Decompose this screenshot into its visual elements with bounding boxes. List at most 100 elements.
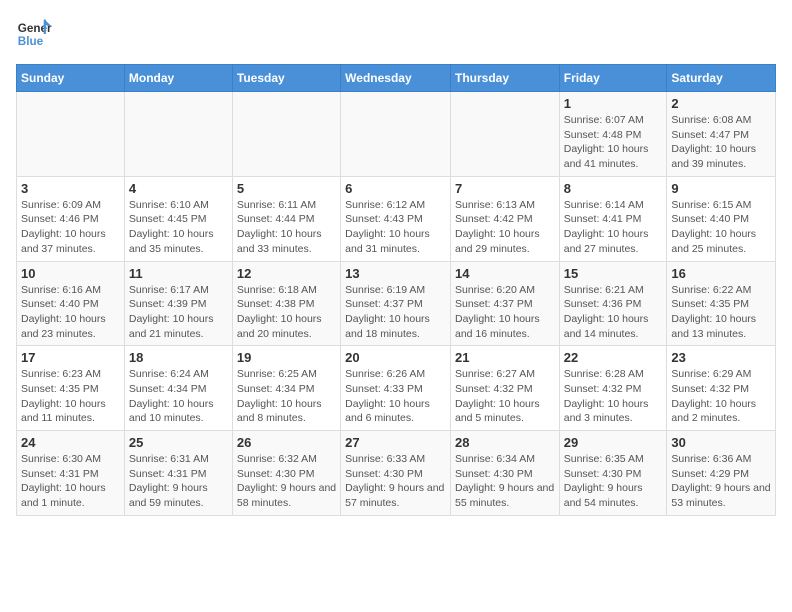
calendar-cell: 5 Sunrise: 6:11 AM Sunset: 4:44 PM Daylig… [232,176,340,261]
day-number: 27 [345,435,446,450]
column-header-thursday: Thursday [450,65,559,92]
calendar-cell: 3 Sunrise: 6:09 AM Sunset: 4:46 PM Daylig… [17,176,125,261]
day-number: 10 [21,266,120,281]
calendar-cell: 23Sunrise: 6:29 AM Sunset: 4:32 PM Dayli… [667,346,776,431]
day-info: Sunrise: 6:33 AM Sunset: 4:30 PM Dayligh… [345,452,446,511]
logo: General Blue [16,16,56,52]
day-info: Sunrise: 6:36 AM Sunset: 4:29 PM Dayligh… [671,452,771,511]
calendar-cell: 30 Sunrise: 6:36 AM Sunset: 4:29 PM Dayli… [667,431,776,516]
day-number: 22 [564,350,663,365]
day-number: 13 [345,266,446,281]
day-number: 29 [564,435,663,450]
calendar-cell: 14 Sunrise: 6:20 AM Sunset: 4:37 PM Dayli… [450,261,559,346]
calendar-cell: 25 Sunrise: 6:31 AM Sunset: 4:31 PM Dayli… [124,431,232,516]
day-info: Sunrise: 6:35 AM Sunset: 4:30 PM Dayligh… [564,452,663,511]
calendar-cell: 11 Sunrise: 6:17 AM Sunset: 4:39 PM Dayli… [124,261,232,346]
day-info: Sunrise: 6:12 AM Sunset: 4:43 PM Dayligh… [345,198,446,257]
day-number: 30 [671,435,771,450]
day-number: 28 [455,435,555,450]
day-info: Sunrise: 6:26 AM Sunset: 4:33 PM Dayligh… [345,367,446,426]
calendar-cell [17,92,125,177]
day-info: Sunrise: 6:23 AM Sunset: 4:35 PM Dayligh… [21,367,120,426]
column-header-saturday: Saturday [667,65,776,92]
day-number: 25 [129,435,228,450]
calendar-cell [124,92,232,177]
day-info: Sunrise: 6:30 AM Sunset: 4:31 PM Dayligh… [21,452,120,511]
day-number: 5 [237,181,336,196]
day-info: Sunrise: 6:28 AM Sunset: 4:32 PM Dayligh… [564,367,663,426]
day-number: 2 [671,96,771,111]
day-number: 20 [345,350,446,365]
day-info: Sunrise: 6:08 AM Sunset: 4:47 PM Dayligh… [671,113,771,172]
calendar-cell: 19 Sunrise: 6:25 AM Sunset: 4:34 PM Dayli… [232,346,340,431]
calendar-cell: 17Sunrise: 6:23 AM Sunset: 4:35 PM Dayli… [17,346,125,431]
calendar-cell: 21Sunrise: 6:27 AM Sunset: 4:32 PM Dayli… [450,346,559,431]
day-info: Sunrise: 6:07 AM Sunset: 4:48 PM Dayligh… [564,113,663,172]
week-row-1: 1 Sunrise: 6:07 AM Sunset: 4:48 PM Daylig… [17,92,776,177]
day-info: Sunrise: 6:10 AM Sunset: 4:45 PM Dayligh… [129,198,228,257]
calendar-cell: 27 Sunrise: 6:33 AM Sunset: 4:30 PM Dayli… [341,431,451,516]
day-info: Sunrise: 6:24 AM Sunset: 4:34 PM Dayligh… [129,367,228,426]
day-number: 16 [671,266,771,281]
day-info: Sunrise: 6:09 AM Sunset: 4:46 PM Dayligh… [21,198,120,257]
day-number: 12 [237,266,336,281]
day-info: Sunrise: 6:34 AM Sunset: 4:30 PM Dayligh… [455,452,555,511]
day-info: Sunrise: 6:20 AM Sunset: 4:37 PM Dayligh… [455,283,555,342]
day-info: Sunrise: 6:25 AM Sunset: 4:34 PM Dayligh… [237,367,336,426]
calendar-cell: 13 Sunrise: 6:19 AM Sunset: 4:37 PM Dayli… [341,261,451,346]
day-number: 19 [237,350,336,365]
week-row-4: 17Sunrise: 6:23 AM Sunset: 4:35 PM Dayli… [17,346,776,431]
calendar-cell [450,92,559,177]
day-info: Sunrise: 6:11 AM Sunset: 4:44 PM Dayligh… [237,198,336,257]
day-number: 15 [564,266,663,281]
week-row-5: 24 Sunrise: 6:30 AM Sunset: 4:31 PM Dayli… [17,431,776,516]
column-header-tuesday: Tuesday [232,65,340,92]
calendar-cell: 22 Sunrise: 6:28 AM Sunset: 4:32 PM Dayli… [559,346,667,431]
day-info: Sunrise: 6:17 AM Sunset: 4:39 PM Dayligh… [129,283,228,342]
calendar-cell: 6 Sunrise: 6:12 AM Sunset: 4:43 PM Daylig… [341,176,451,261]
calendar-header-row: SundayMondayTuesdayWednesdayThursdayFrid… [17,65,776,92]
day-info: Sunrise: 6:31 AM Sunset: 4:31 PM Dayligh… [129,452,228,511]
calendar-cell: 26Sunrise: 6:32 AM Sunset: 4:30 PM Dayli… [232,431,340,516]
day-number: 23 [671,350,771,365]
calendar-cell: 10 Sunrise: 6:16 AM Sunset: 4:40 PM Dayli… [17,261,125,346]
day-info: Sunrise: 6:21 AM Sunset: 4:36 PM Dayligh… [564,283,663,342]
day-number: 21 [455,350,555,365]
svg-text:Blue: Blue [18,35,44,48]
calendar-cell [232,92,340,177]
page-header: General Blue [16,16,776,52]
calendar-cell: 9 Sunrise: 6:15 AM Sunset: 4:40 PM Daylig… [667,176,776,261]
calendar-cell: 12 Sunrise: 6:18 AM Sunset: 4:38 PM Dayli… [232,261,340,346]
logo-icon: General Blue [16,16,52,52]
day-info: Sunrise: 6:19 AM Sunset: 4:37 PM Dayligh… [345,283,446,342]
column-header-wednesday: Wednesday [341,65,451,92]
calendar-cell: 2 Sunrise: 6:08 AM Sunset: 4:47 PM Daylig… [667,92,776,177]
calendar-cell: 18Sunrise: 6:24 AM Sunset: 4:34 PM Dayli… [124,346,232,431]
day-number: 8 [564,181,663,196]
day-info: Sunrise: 6:22 AM Sunset: 4:35 PM Dayligh… [671,283,771,342]
day-number: 6 [345,181,446,196]
calendar-cell: 24 Sunrise: 6:30 AM Sunset: 4:31 PM Dayli… [17,431,125,516]
day-number: 4 [129,181,228,196]
day-info: Sunrise: 6:13 AM Sunset: 4:42 PM Dayligh… [455,198,555,257]
day-number: 14 [455,266,555,281]
day-number: 24 [21,435,120,450]
calendar-cell: 1 Sunrise: 6:07 AM Sunset: 4:48 PM Daylig… [559,92,667,177]
day-number: 9 [671,181,771,196]
column-header-friday: Friday [559,65,667,92]
calendar-cell: 16 Sunrise: 6:22 AM Sunset: 4:35 PM Dayli… [667,261,776,346]
day-number: 3 [21,181,120,196]
calendar-table: SundayMondayTuesdayWednesdayThursdayFrid… [16,64,776,516]
day-number: 1 [564,96,663,111]
calendar-cell: 29 Sunrise: 6:35 AM Sunset: 4:30 PM Dayli… [559,431,667,516]
day-info: Sunrise: 6:16 AM Sunset: 4:40 PM Dayligh… [21,283,120,342]
calendar-cell: 20 Sunrise: 6:26 AM Sunset: 4:33 PM Dayli… [341,346,451,431]
calendar-cell: 15 Sunrise: 6:21 AM Sunset: 4:36 PM Dayli… [559,261,667,346]
calendar-body: 1 Sunrise: 6:07 AM Sunset: 4:48 PM Daylig… [17,92,776,516]
week-row-2: 3 Sunrise: 6:09 AM Sunset: 4:46 PM Daylig… [17,176,776,261]
day-number: 26 [237,435,336,450]
day-number: 11 [129,266,228,281]
day-info: Sunrise: 6:15 AM Sunset: 4:40 PM Dayligh… [671,198,771,257]
day-info: Sunrise: 6:18 AM Sunset: 4:38 PM Dayligh… [237,283,336,342]
week-row-3: 10 Sunrise: 6:16 AM Sunset: 4:40 PM Dayli… [17,261,776,346]
